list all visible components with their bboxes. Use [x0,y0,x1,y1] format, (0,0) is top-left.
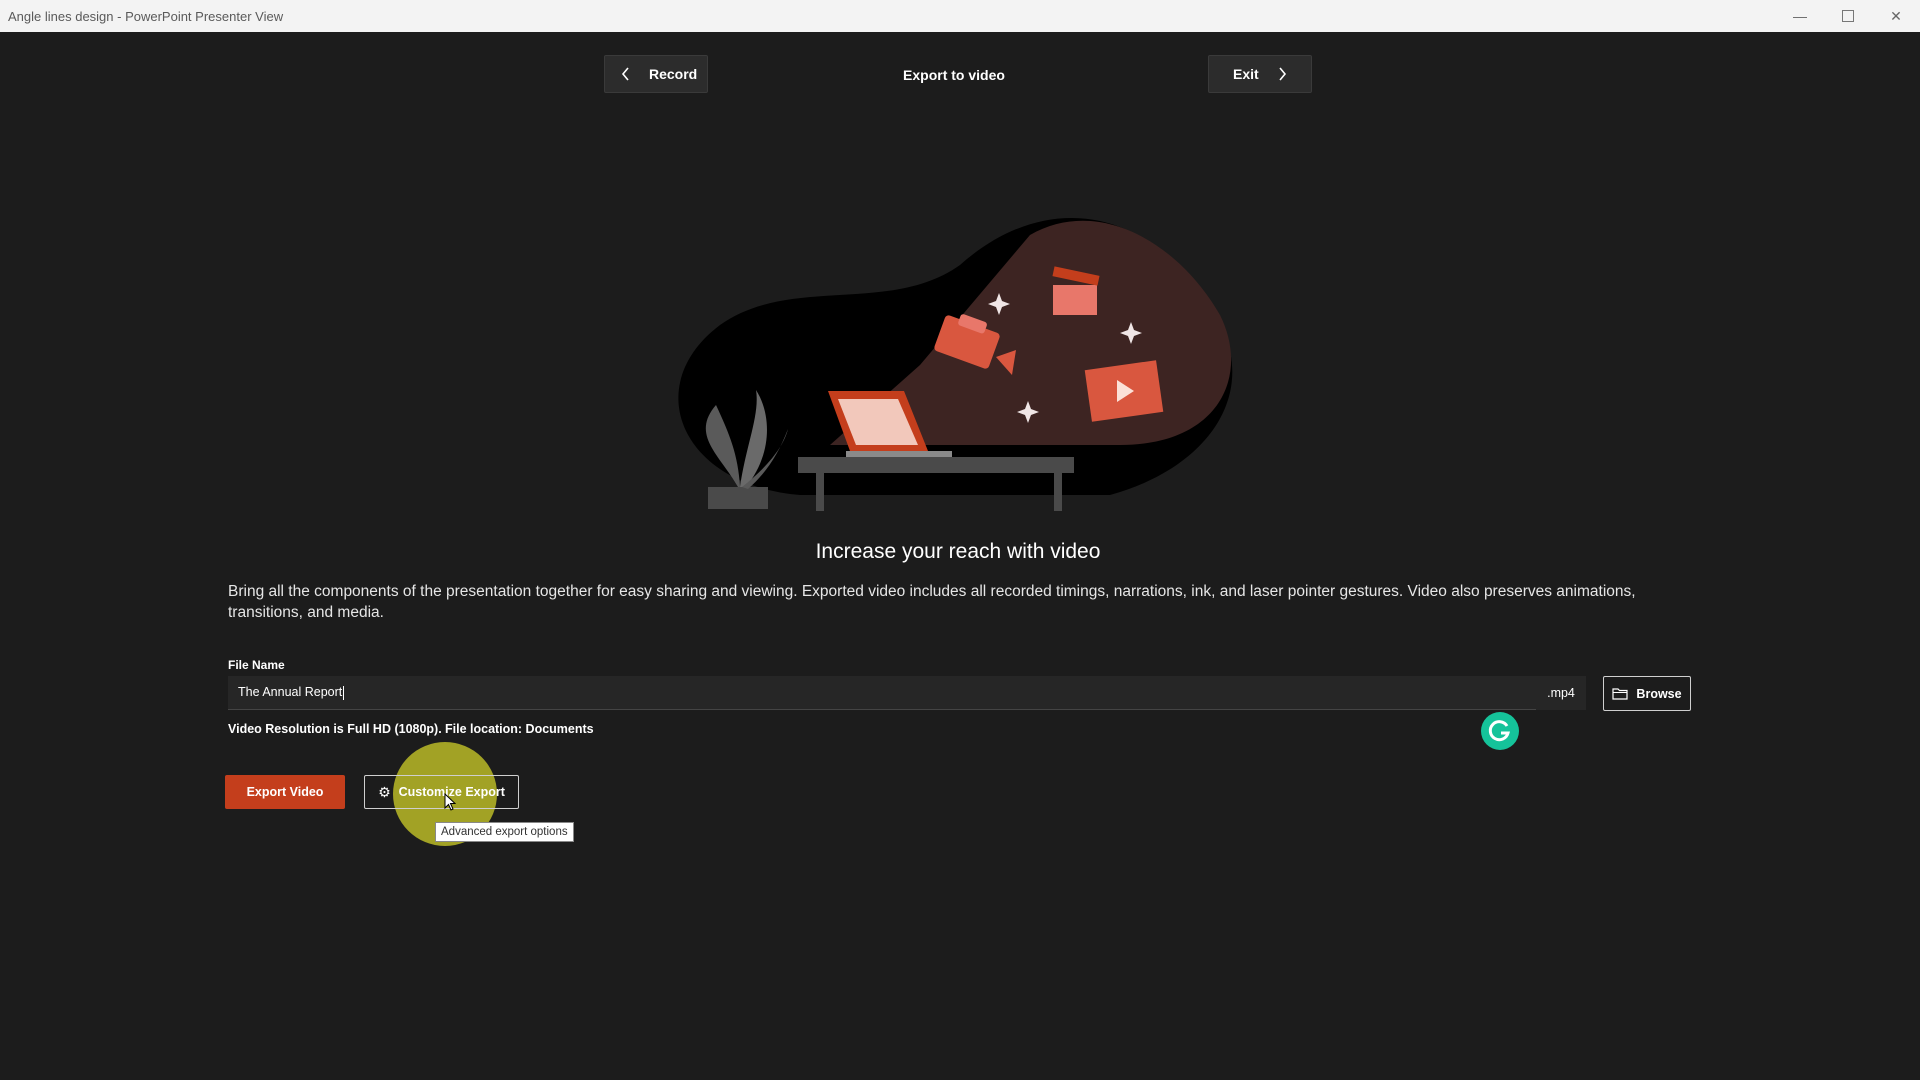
video-resolution-text: Video Resolution is Full HD (1080p). [228,722,442,736]
title-bar: Angle lines design - PowerPoint Presente… [0,0,1920,32]
page-title: Export to video [903,67,1005,83]
section-description: Bring all the components of the presenta… [228,583,1636,621]
exit-next-button[interactable]: Exit [1208,55,1312,93]
tooltip: Advanced export options [435,822,574,842]
close-button[interactable]: ✕ [1872,0,1920,32]
file-name-input[interactable]: The Annual Report [228,676,1536,710]
section-heading: Increase your reach with video [815,540,1101,563]
file-location-text: File location: Documents [445,722,594,736]
minimize-button[interactable]: — [1776,0,1824,32]
customize-export-button[interactable]: ⚙ Customize Export [364,775,519,809]
file-extension: .mp4 [1536,676,1586,710]
chevron-right-icon [1279,67,1286,81]
grammarly-icon[interactable] [1481,712,1519,750]
export-video-illustration [678,217,1233,511]
file-name-label: File Name [228,658,285,672]
mouse-pointer-icon [444,793,456,811]
browse-button[interactable]: Browse [1603,676,1691,711]
text-caret [343,685,345,700]
file-name-value: The Annual Report [238,685,343,699]
export-video-button[interactable]: Export Video [225,775,345,809]
minimize-icon: — [1793,8,1807,24]
gear-icon: ⚙ [378,783,391,800]
maximize-button[interactable] [1824,0,1872,32]
maximize-icon [1842,10,1854,22]
browse-label: Browse [1636,686,1682,701]
window-title: Angle lines design - PowerPoint Presente… [8,9,284,24]
close-icon: ✕ [1890,7,1902,24]
grammarly-g-glyph [1488,720,1510,742]
exit-next-label: Exit [1233,66,1259,82]
film-strip-icon [1084,360,1164,422]
folder-icon [1612,688,1629,700]
